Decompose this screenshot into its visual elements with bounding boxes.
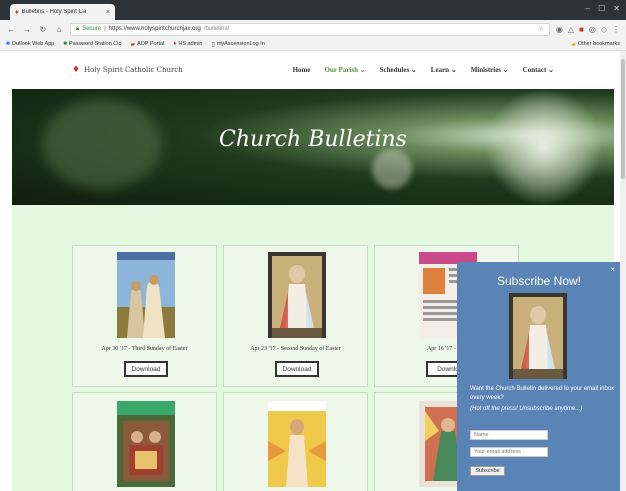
window-controls: – ☐ ✕ bbox=[586, 4, 620, 13]
browser-tab[interactable]: ♦ Bulletins - Holy Spirit Ca × bbox=[10, 4, 115, 20]
extension-icon[interactable]: ◎ bbox=[589, 25, 596, 34]
outlook-icon: ■ bbox=[6, 41, 10, 47]
nav-item-schedules[interactable]: Schedules ⌄ bbox=[380, 66, 417, 74]
name-field[interactable] bbox=[470, 430, 548, 440]
url-path: /bulletins/ bbox=[203, 26, 230, 32]
bulletin-cover-image[interactable] bbox=[117, 401, 175, 487]
hs-icon: ♦ bbox=[173, 41, 177, 47]
password-icon: ■ bbox=[63, 41, 67, 47]
site-header: ♦ Holy Spirit Catholic Church Home Our P… bbox=[12, 51, 614, 89]
menu-icon[interactable]: ⋮ bbox=[612, 25, 620, 34]
star-icon[interactable]: ☆ bbox=[538, 26, 543, 33]
bookmark-label: ADP Portal bbox=[137, 41, 165, 47]
bulletin-cover-image[interactable] bbox=[268, 252, 326, 338]
folder-icon: ▰ bbox=[571, 41, 576, 48]
nav-item-our-parish[interactable]: Our Parish ⌄ bbox=[324, 66, 365, 74]
nav-item-ministries[interactable]: Ministries ⌄ bbox=[471, 66, 509, 74]
bulletin-cover-image[interactable] bbox=[268, 401, 326, 487]
page-title: Church Bulletins bbox=[219, 127, 407, 152]
bookmark-label: HS admin bbox=[178, 41, 203, 47]
bookmark-item[interactable]: ■ Outlook Web App bbox=[6, 41, 54, 47]
bookmark-label: Password Station Clo bbox=[68, 41, 122, 47]
popup-description: Want the Church Bulletin delivered to yo… bbox=[470, 386, 615, 401]
main-nav: Home Our Parish ⌄ Schedules ⌄ Learn ⌄ Mi… bbox=[293, 66, 554, 74]
download-button[interactable]: Download bbox=[275, 361, 319, 377]
nav-item-learn[interactable]: Learn ⌄ bbox=[431, 66, 457, 74]
bulletin-card bbox=[72, 392, 217, 491]
subscribe-button[interactable]: Subscribe bbox=[470, 466, 505, 476]
url-host: https://www.holyspiritchurchjax.org bbox=[108, 26, 201, 32]
popup-close-button[interactable]: × bbox=[610, 265, 615, 274]
dove-icon: ♦ bbox=[72, 65, 81, 75]
url-separator: | bbox=[104, 26, 106, 32]
bookmark-label: Outlook Web App bbox=[11, 41, 55, 47]
tab-close-button[interactable]: × bbox=[106, 9, 110, 16]
forward-arrow-icon[interactable]: → bbox=[22, 25, 32, 34]
bookmark-item[interactable]: ♦ HS admin bbox=[173, 41, 202, 47]
extension-icon[interactable]: ◉ bbox=[556, 25, 563, 34]
browser-window: ♦ Bulletins - Holy Spirit Ca × – ☐ ✕ ← →… bbox=[0, 0, 626, 491]
home-icon[interactable]: ⌂ bbox=[54, 25, 64, 34]
hero-bokeh bbox=[372, 149, 412, 189]
close-icon[interactable]: ✕ bbox=[613, 4, 620, 13]
url-input[interactable]: 🔒︎ Secure | https://www.holyspiritchurch… bbox=[70, 22, 550, 36]
page-icon: ▯ bbox=[211, 41, 215, 48]
adp-icon: ▰ bbox=[130, 41, 136, 48]
extension-icons: ◉ △ ■ ◎ ◇ ⋮ bbox=[556, 25, 620, 34]
bookmark-item[interactable]: ▯ myAscensionLog In bbox=[212, 41, 265, 48]
other-bookmarks-label: Other bookmarks bbox=[577, 41, 620, 47]
subscribe-popup: × Subscribe Now! Want the Church Bulleti… bbox=[457, 262, 621, 491]
popup-note: (Hot off the press! Unsubscribe anytime.… bbox=[470, 406, 583, 412]
address-bar: ← → ↻ ⌂ 🔒︎ Secure | https://www.holyspir… bbox=[0, 20, 626, 38]
tab-bar: ♦ Bulletins - Holy Spirit Ca × – ☐ ✕ bbox=[0, 0, 626, 20]
scrollbar-thumb[interactable] bbox=[621, 59, 625, 179]
nav-item-contact[interactable]: Contact ⌄ bbox=[523, 66, 554, 74]
bulletin-card: Apr 30 '17 - Third Sunday of Easter Down… bbox=[72, 245, 217, 387]
hero-banner: Church Bulletins bbox=[12, 89, 614, 205]
email-field[interactable] bbox=[470, 447, 548, 457]
bulletin-cover-image[interactable] bbox=[117, 252, 175, 338]
secure-label: Secure bbox=[82, 26, 102, 32]
dove-icon: ♦ bbox=[15, 8, 19, 16]
other-bookmarks[interactable]: ▰ Other bookmarks bbox=[571, 41, 620, 48]
bulletin-card: Apr 23 '17 - Second Sunday of Easter Dow… bbox=[223, 245, 368, 387]
bulletin-caption: Apr 30 '17 - Third Sunday of Easter bbox=[101, 346, 188, 352]
bookmark-item[interactable]: ■ Password Station Clo bbox=[63, 41, 121, 47]
download-button[interactable]: Download bbox=[124, 361, 168, 377]
extension-icon[interactable]: ◇ bbox=[601, 25, 607, 34]
nav-item-home[interactable]: Home bbox=[293, 66, 311, 74]
back-arrow-icon[interactable]: ← bbox=[6, 25, 16, 34]
lock-icon: 🔒︎ bbox=[76, 25, 80, 32]
maximize-icon[interactable]: ☐ bbox=[598, 4, 605, 13]
minimize-icon[interactable]: – bbox=[586, 4, 590, 13]
bulletin-card bbox=[223, 392, 368, 491]
bulletin-caption: Apr 23 '17 - Second Sunday of Easter bbox=[250, 346, 341, 352]
bookmark-item[interactable]: ▰ ADP Portal bbox=[131, 41, 165, 48]
tab-title: Bulletins - Holy Spirit Ca bbox=[21, 9, 87, 15]
extension-icon[interactable]: △ bbox=[568, 25, 574, 34]
bookmark-label: myAscensionLog In bbox=[216, 41, 265, 47]
logo-text: Holy Spirit Catholic Church bbox=[84, 66, 183, 74]
bookmarks-bar: ■ Outlook Web App ■ Password Station Clo ▰… bbox=[0, 38, 626, 51]
site-logo[interactable]: ♦ Holy Spirit Catholic Church bbox=[72, 65, 183, 75]
popup-title: Subscribe Now! bbox=[496, 274, 582, 288]
reload-icon[interactable]: ↻ bbox=[38, 25, 48, 34]
popup-bulletin-image bbox=[509, 293, 567, 379]
extension-icon[interactable]: ■ bbox=[579, 25, 584, 34]
page-scrollbar[interactable] bbox=[620, 51, 626, 491]
